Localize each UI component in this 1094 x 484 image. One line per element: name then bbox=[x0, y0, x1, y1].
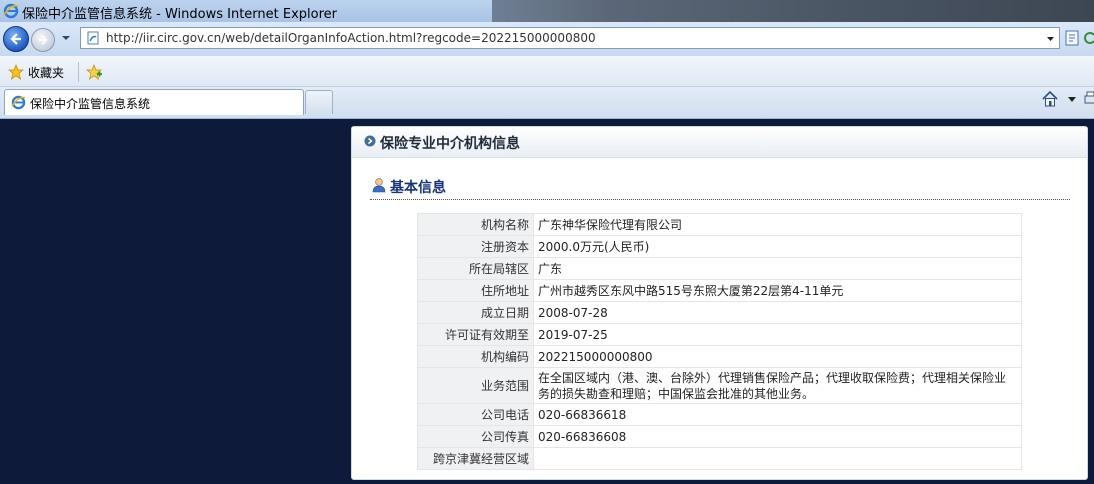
info-table: 机构名称 广东神华保险代理有限公司 注册资本 2000.0万元(人民币) 所在局… bbox=[417, 213, 1022, 470]
ie-logo-icon bbox=[3, 3, 19, 19]
refresh-icon[interactable] bbox=[1084, 29, 1094, 47]
compatibility-view-icon[interactable] bbox=[1064, 29, 1080, 47]
section-title: 基本信息 bbox=[390, 180, 446, 196]
row-label: 公司传真 bbox=[417, 425, 534, 448]
tab-title: 保险中介监管信息系统 bbox=[30, 97, 151, 111]
arrow-left-icon bbox=[10, 33, 21, 45]
history-dropdown-icon[interactable] bbox=[60, 32, 72, 44]
row-label: 业务范围 bbox=[417, 367, 534, 404]
row-value: 020-66836608 bbox=[533, 425, 1022, 448]
table-row: 所在局辖区 广东 bbox=[417, 257, 1022, 280]
chevron-down-icon[interactable] bbox=[1046, 34, 1055, 43]
table-row: 业务范围 在全国区域内（港、澳、台除外）代理销售保险产品；代理收取保险费；代理相… bbox=[417, 367, 1022, 404]
forward-button[interactable] bbox=[31, 28, 55, 52]
row-value: 广东神华保险代理有限公司 bbox=[533, 213, 1022, 236]
ie-logo-icon bbox=[11, 95, 26, 110]
table-row: 许可证有效期至 2019-07-25 bbox=[417, 323, 1022, 346]
row-value: 2008-07-28 bbox=[533, 301, 1022, 324]
table-row: 跨京津冀经营区域 bbox=[417, 447, 1022, 470]
navigation-bar: http://iir.circ.gov.cn/web/detailOrganIn… bbox=[0, 22, 1094, 56]
panel-title: 保险专业中介机构信息 bbox=[380, 136, 520, 152]
row-value bbox=[533, 447, 1022, 470]
table-row: 机构编码 202215000000800 bbox=[417, 345, 1022, 368]
row-label: 所在局辖区 bbox=[417, 257, 534, 280]
table-row: 机构名称 广东神华保险代理有限公司 bbox=[417, 213, 1022, 236]
row-value: 202215000000800 bbox=[533, 345, 1022, 368]
add-to-favorites-icon[interactable] bbox=[85, 63, 103, 81]
table-row: 公司传真 020-66836608 bbox=[417, 425, 1022, 448]
address-url: http://iir.circ.gov.cn/web/detailOrganIn… bbox=[106, 31, 596, 45]
favorites-separator bbox=[78, 62, 79, 82]
new-tab-button[interactable] bbox=[305, 90, 333, 114]
favorites-button-label[interactable]: 收藏夹 bbox=[28, 64, 64, 81]
row-label: 成立日期 bbox=[417, 301, 534, 324]
favorites-star-icon[interactable] bbox=[8, 64, 24, 80]
row-value: 广州市越秀区东风中路515号东照大厦第22层第4-11单元 bbox=[533, 279, 1022, 302]
row-value: 广东 bbox=[533, 257, 1022, 280]
row-label: 机构名称 bbox=[417, 213, 534, 236]
table-row: 注册资本 2000.0万元(人民币) bbox=[417, 235, 1022, 258]
row-label: 许可证有效期至 bbox=[417, 323, 534, 346]
home-dropdown-icon[interactable] bbox=[1068, 97, 1076, 103]
row-label: 住所地址 bbox=[417, 279, 534, 302]
back-button[interactable] bbox=[3, 26, 29, 52]
row-value: 2000.0万元(人民币) bbox=[533, 235, 1022, 258]
row-label: 跨京津冀经营区域 bbox=[417, 447, 534, 470]
table-row: 住所地址 广州市越秀区东风中路515号东照大厦第22层第4-11单元 bbox=[417, 279, 1022, 302]
window-title-bar: 保险中介监管信息系统 - Windows Internet Explorer bbox=[0, 0, 1094, 22]
arrow-right-icon bbox=[38, 35, 48, 45]
section-basic-info: 基本信息 bbox=[370, 177, 1070, 200]
tab-active[interactable]: 保险中介监管信息系统 bbox=[4, 89, 304, 115]
row-value: 在全国区域内（港、澳、台除外）代理销售保险产品；代理收取保险费；代理相关保险业务… bbox=[533, 367, 1022, 404]
user-icon bbox=[372, 178, 386, 193]
row-label: 公司电话 bbox=[417, 403, 534, 426]
row-label: 机构编码 bbox=[417, 345, 534, 368]
row-value: 020-66836618 bbox=[533, 403, 1022, 426]
row-label: 注册资本 bbox=[417, 235, 534, 258]
row-value: 2019-07-25 bbox=[533, 323, 1022, 346]
favorites-bar bbox=[0, 56, 1094, 87]
table-row: 成立日期 2008-07-28 bbox=[417, 301, 1022, 324]
page-icon bbox=[87, 31, 99, 45]
print-icon[interactable] bbox=[1084, 91, 1094, 107]
panel-header: 保险专业中介机构信息 bbox=[352, 127, 1087, 158]
home-icon[interactable] bbox=[1041, 90, 1059, 108]
circle-arrow-icon bbox=[364, 135, 376, 147]
window-title: 保险中介监管信息系统 - Windows Internet Explorer bbox=[22, 7, 337, 22]
address-field[interactable]: http://iir.circ.gov.cn/web/detailOrganIn… bbox=[80, 27, 1060, 49]
table-row: 公司电话 020-66836618 bbox=[417, 403, 1022, 426]
